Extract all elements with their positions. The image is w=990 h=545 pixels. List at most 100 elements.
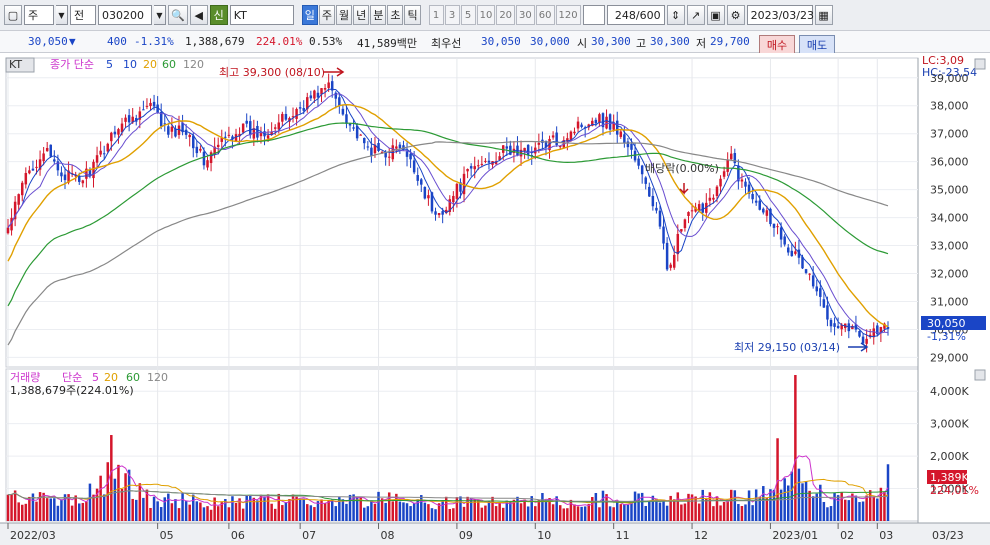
interval-button[interactable]: 30 xyxy=(516,5,535,25)
candle-body xyxy=(409,153,412,160)
candle-body xyxy=(81,180,85,184)
market-select[interactable]: 주 xyxy=(24,5,54,25)
period-button[interactable]: 분 xyxy=(370,5,387,25)
period-button[interactable]: 일 xyxy=(301,5,318,25)
count-field[interactable]: 248/600 xyxy=(606,5,665,25)
volume-bar xyxy=(519,503,523,521)
candle-body xyxy=(651,195,655,207)
period-button[interactable]: 틱 xyxy=(404,5,421,25)
interval-input[interactable] xyxy=(582,5,605,25)
period-button[interactable]: 년 xyxy=(353,5,370,25)
volume-bar xyxy=(719,505,722,521)
change-percent: -1.31% xyxy=(134,35,174,48)
interval-button[interactable]: 60 xyxy=(535,5,555,25)
candle-body xyxy=(227,134,231,136)
calendar-icon[interactable]: ▦ xyxy=(814,5,833,25)
period-button[interactable]: 월 xyxy=(335,5,353,25)
volume-bar xyxy=(284,502,288,521)
interval-button[interactable]: 5 xyxy=(460,5,476,25)
volume-bar xyxy=(17,502,20,521)
volume-bar xyxy=(769,489,772,521)
candle-body xyxy=(701,203,704,213)
candle-body xyxy=(345,114,348,124)
candle-body xyxy=(676,233,680,255)
candle-body xyxy=(302,107,305,111)
volume-bar xyxy=(10,494,13,521)
volume-bar xyxy=(412,503,416,521)
date-field[interactable]: 2023/03/23 xyxy=(746,5,814,25)
speaker-icon[interactable]: ◀ xyxy=(189,5,208,25)
expand-icon[interactable] xyxy=(974,58,986,70)
interval-button[interactable]: 10 xyxy=(476,5,496,25)
volume-bar xyxy=(608,506,612,521)
volume-bar xyxy=(558,505,562,521)
volume-bar xyxy=(377,491,380,521)
candle-body xyxy=(92,161,95,179)
period-button[interactable]: 주 xyxy=(318,5,335,25)
chart-area[interactable]: 29,00030,00031,00032,00033,00034,00035,0… xyxy=(0,53,990,545)
price-tag-value: 30,050 xyxy=(927,317,966,330)
down-arrow-icon: ▼ xyxy=(69,35,76,48)
candle-body xyxy=(106,143,110,152)
candle-body xyxy=(142,109,145,111)
volume-bar xyxy=(420,495,423,521)
frame-icon[interactable]: ▢ xyxy=(4,5,22,25)
volume-bar xyxy=(99,475,102,521)
candle-body xyxy=(352,127,355,129)
candle-body xyxy=(822,299,826,308)
ma5-legend: 5 xyxy=(106,58,113,71)
volume-bar xyxy=(665,505,669,521)
candle-body xyxy=(477,165,480,167)
volume-bar xyxy=(227,507,231,521)
candle-body xyxy=(726,159,729,172)
volume-bar xyxy=(598,507,601,521)
zoom-icon[interactable]: ⇕ xyxy=(666,5,685,25)
indicator-icon[interactable]: ↗ xyxy=(686,5,705,25)
type-select[interactable]: 전 xyxy=(70,5,96,25)
candle-body xyxy=(526,144,530,156)
volume-bar xyxy=(797,468,801,521)
signal-badge[interactable]: 신 xyxy=(209,5,228,25)
candle-body xyxy=(808,273,811,275)
candle-body xyxy=(395,146,398,149)
volume-tick-label: 3,000K xyxy=(930,418,969,431)
interval-button[interactable]: 1 xyxy=(428,5,444,25)
volume-bar xyxy=(330,499,334,521)
candle-body xyxy=(712,197,715,200)
trade-volume: 1,388,679 xyxy=(185,35,245,48)
candle-body xyxy=(480,163,484,165)
candle-body xyxy=(21,182,24,196)
interval-button[interactable]: 3 xyxy=(444,5,460,25)
settings-icon[interactable]: ⚙ xyxy=(726,5,745,25)
candle-body xyxy=(555,132,558,146)
candle-body xyxy=(615,120,619,135)
expand-icon[interactable] xyxy=(974,369,986,381)
stock-code-input[interactable]: 030200 xyxy=(98,5,152,25)
volume-bar xyxy=(541,493,544,521)
stock-name-field[interactable]: KT xyxy=(229,5,294,25)
candle-body xyxy=(6,227,10,234)
volume-bar xyxy=(316,501,320,521)
sell-button[interactable]: 매도 xyxy=(799,35,835,54)
save-icon[interactable]: ▣ xyxy=(706,5,725,25)
volume-bar xyxy=(722,501,726,521)
chevron-down-icon[interactable]: ▼ xyxy=(56,5,68,25)
best-ask: 30,050 xyxy=(481,35,521,48)
chevron-down-icon[interactable]: ▼ xyxy=(154,5,166,25)
volume-bar xyxy=(491,496,494,521)
interval-button[interactable]: 120 xyxy=(555,5,581,25)
interval-button[interactable]: 20 xyxy=(496,5,516,25)
period-button[interactable]: 초 xyxy=(387,5,404,25)
search-icon[interactable]: 🔍 xyxy=(168,5,188,25)
volume-bar xyxy=(427,504,430,521)
candle-body xyxy=(744,181,747,187)
ma20-legend: 20 xyxy=(143,58,157,71)
buy-button[interactable]: 매수 xyxy=(759,35,795,54)
volume-bar xyxy=(49,498,52,521)
volume-bar xyxy=(583,506,587,521)
candle-body xyxy=(833,323,836,327)
candle-body xyxy=(145,105,149,107)
volume-bar xyxy=(537,500,541,521)
candle-body xyxy=(594,119,598,124)
volume-bar xyxy=(879,487,883,521)
